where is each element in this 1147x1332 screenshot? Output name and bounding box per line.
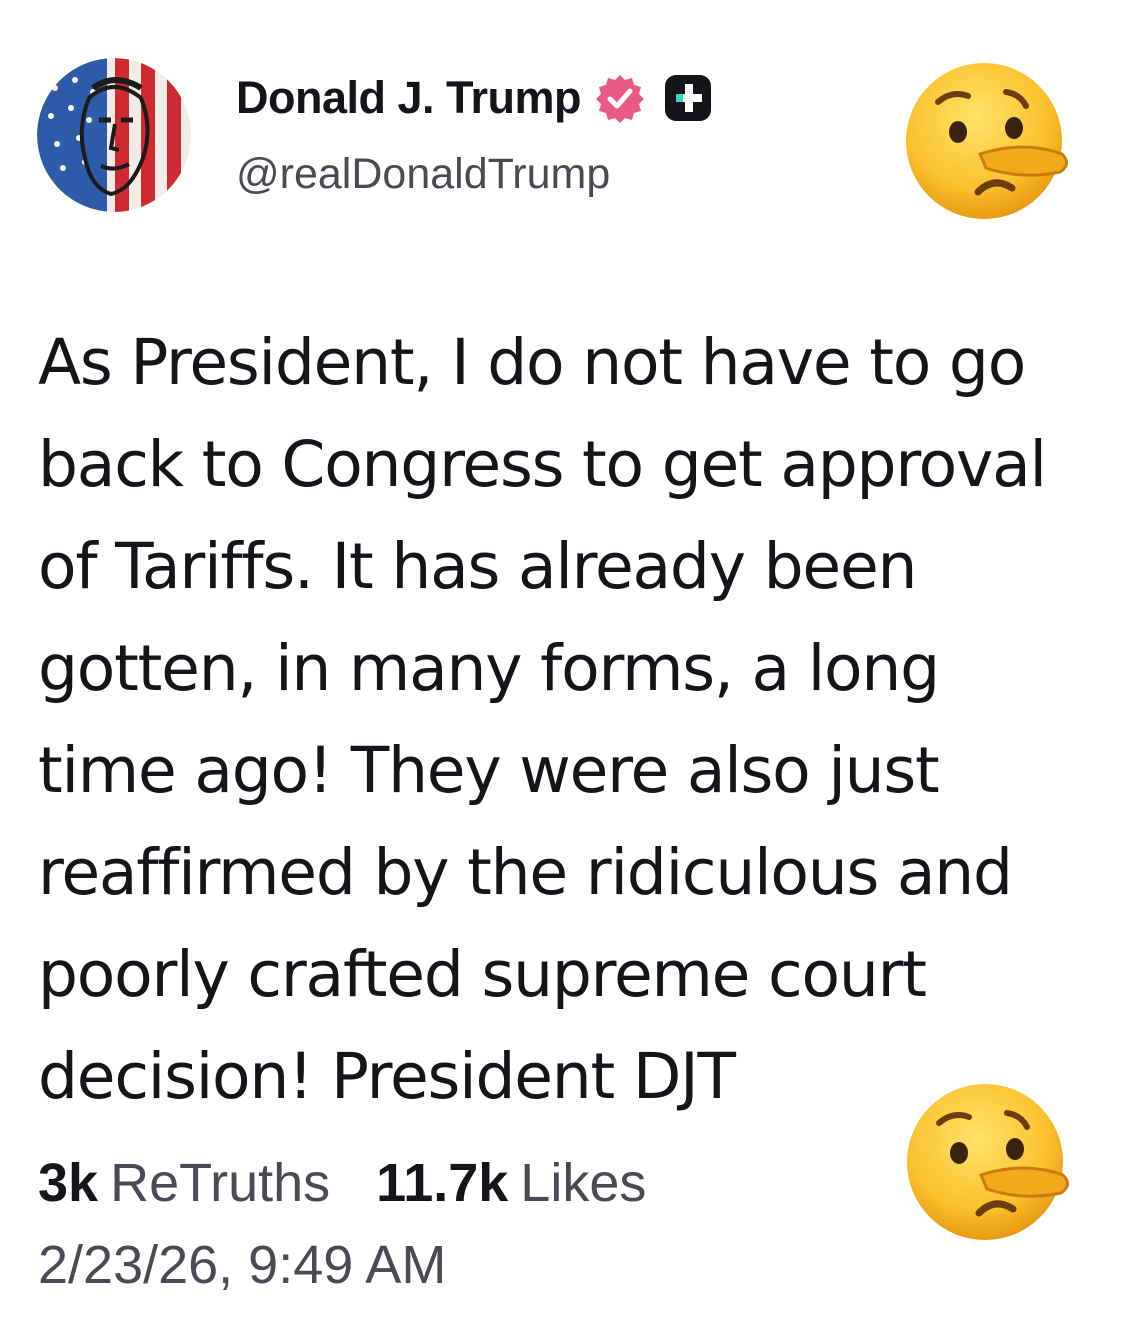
post-text: As President, I do not have to go back t… (38, 312, 1098, 1128)
post-text-line: of Tariffs. It has already been (38, 530, 917, 603)
post-text-line: back to Congress to get approval (38, 428, 1047, 501)
post-stats: 3k ReTruths 11.7k Likes (38, 1152, 646, 1214)
lying-face-icon (903, 1077, 1073, 1247)
retruths-label: ReTruths (110, 1153, 331, 1213)
retruths-count: 3k (38, 1153, 99, 1213)
likes-count: 11.7k (376, 1153, 509, 1213)
lying-face-icon (902, 56, 1072, 226)
post-text-line: poorly crafted supreme court (38, 938, 927, 1011)
retruths-stat[interactable]: 3k ReTruths (38, 1152, 330, 1214)
plus-badge-icon (663, 73, 713, 123)
truth-social-post: Donald J. Trump @realDonaldTrump As Pres… (0, 0, 1147, 1332)
likes-stat[interactable]: 11.7k Likes (376, 1152, 646, 1214)
post-timestamp[interactable]: 2/23/26, 9:49 AM (38, 1234, 446, 1296)
post-text-line: reaffirmed by the ridiculous and (38, 836, 1013, 909)
author-name-row: Donald J. Trump (236, 68, 713, 128)
post-text-line: gotten, in many forms, a long (38, 632, 940, 705)
author-handle[interactable]: @realDonaldTrump (236, 150, 610, 199)
avatar[interactable] (37, 58, 191, 212)
verified-badge-icon (595, 73, 645, 123)
author-display-name[interactable]: Donald J. Trump (236, 72, 582, 124)
likes-label: Likes (520, 1153, 647, 1213)
avatar-portrait-image (37, 58, 191, 212)
post-text-line: time ago! They were also just (38, 734, 940, 807)
post-text-line: As President, I do not have to go (38, 326, 1026, 399)
